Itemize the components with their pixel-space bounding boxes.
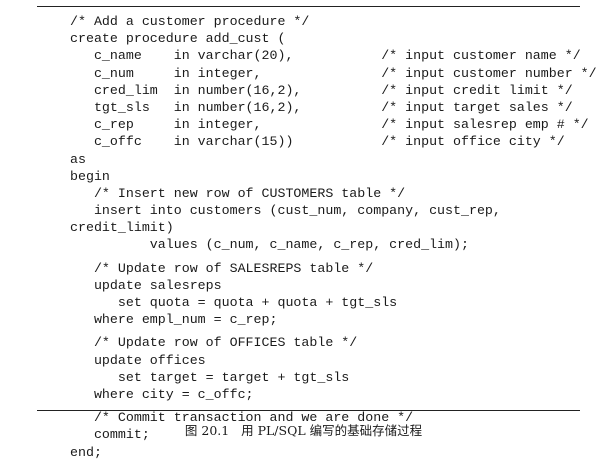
code-line: tgt_sls in number(16,2), /* input target… [70,99,573,115]
code-line: end; [70,444,102,460]
code-line: set target = target + tgt_sls [70,369,350,385]
code-line: credit_limit) [70,220,174,236]
book-page: /* Add a customer procedure */ create pro… [0,0,607,460]
figure-caption: 图 20.1 用 PL/SQL 编写的基础存储过程 [184,423,423,438]
code-line: c_num in integer, /* input customer numb… [70,65,597,81]
code-line: as [70,151,86,167]
code-line: /* Update row of SALESREPS table */ [70,260,374,276]
code-line: c_offc in varchar(15)) /* input office c… [70,134,565,150]
code-line: values (c_num, c_name, c_rep, cred_lim); [70,237,469,253]
code-line: c_name in varchar(20), /* input customer… [70,48,581,64]
bottom-rule [37,410,580,411]
code-line: insert into customers (cust_num, company… [70,203,501,219]
code-line: /* Add a customer procedure */ [70,14,310,29]
code-line: c_rep in integer, /* input salesrep emp … [70,117,589,133]
code-line: cred_lim in number(16,2), /* input credi… [70,82,573,98]
code-line: /* Update row of OFFICES table */ [70,335,358,351]
code-line: create procedure add_cust ( [70,31,286,47]
code-line: set quota = quota + quota + tgt_sls [70,295,398,310]
code-line: begin [70,168,110,184]
code-line: /* Insert new row of CUSTOMERS table */ [70,185,406,201]
code-line: where empl_num = c_rep; [70,312,278,328]
code-line: update offices [70,352,206,368]
top-rule [37,6,580,7]
code-line: update salesreps [70,277,222,293]
code-line: where city = c_offc; [70,386,254,402]
code-listing: /* Add a customer procedure */ create pro… [70,13,597,461]
